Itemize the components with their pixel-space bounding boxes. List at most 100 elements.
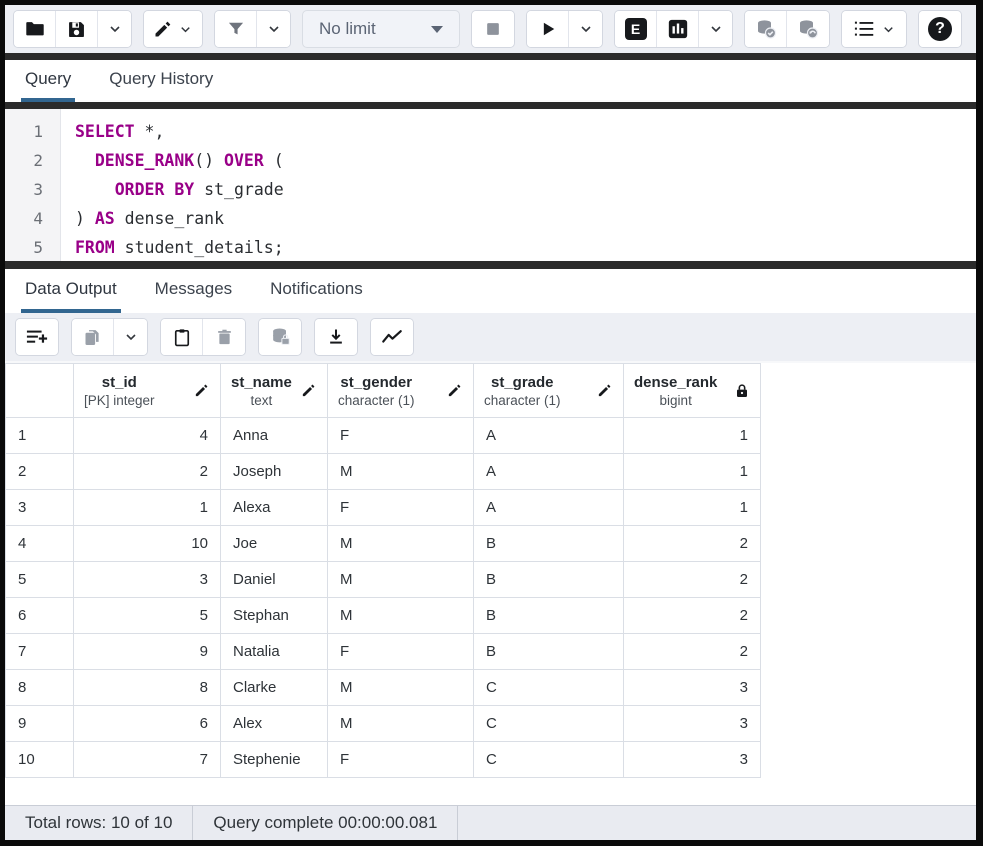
delete-row-button[interactable] xyxy=(203,319,245,355)
cell-dense_rank[interactable]: 1 xyxy=(624,418,761,454)
cell-dense_rank[interactable]: 3 xyxy=(624,742,761,778)
cell-st_grade[interactable]: B xyxy=(474,562,624,598)
cell-st_grade[interactable]: A xyxy=(474,454,624,490)
panel-splitter[interactable] xyxy=(5,102,976,109)
tab-notifications[interactable]: Notifications xyxy=(266,269,367,313)
cell-st_grade[interactable]: B xyxy=(474,598,624,634)
explain-analyze-button[interactable] xyxy=(657,11,699,47)
row-number-cell[interactable]: 7 xyxy=(6,634,74,670)
tab-query-history[interactable]: Query History xyxy=(105,60,217,102)
row-number-cell[interactable]: 2 xyxy=(6,454,74,490)
cell-st_gender[interactable]: F xyxy=(328,742,474,778)
cell-dense_rank[interactable]: 1 xyxy=(624,454,761,490)
cell-st_grade[interactable]: C xyxy=(474,742,624,778)
cell-st_id[interactable]: 9 xyxy=(74,634,221,670)
cell-st_name[interactable]: Stephenie xyxy=(221,742,328,778)
edit-dropdown-button[interactable] xyxy=(144,11,202,47)
row-number-cell[interactable]: 9 xyxy=(6,706,74,742)
explain-dropdown-button[interactable] xyxy=(699,11,732,47)
row-number-cell[interactable]: 8 xyxy=(6,670,74,706)
row-number-header[interactable] xyxy=(6,364,74,418)
tab-query[interactable]: Query xyxy=(21,60,75,102)
cell-st_id[interactable]: 10 xyxy=(74,526,221,562)
cell-st_name[interactable]: Alex xyxy=(221,706,328,742)
cell-st_gender[interactable]: M xyxy=(328,562,474,598)
column-header-st_gender[interactable]: st_gendercharacter (1) xyxy=(328,364,474,418)
download-results-button[interactable] xyxy=(315,319,357,355)
cell-st_name[interactable]: Joseph xyxy=(221,454,328,490)
sql-code-line[interactable]: FROM student_details; xyxy=(75,233,284,262)
help-button[interactable]: ? xyxy=(919,11,961,47)
execute-dropdown-button[interactable] xyxy=(569,11,602,47)
cell-st_name[interactable]: Daniel xyxy=(221,562,328,598)
cell-dense_rank[interactable]: 3 xyxy=(624,670,761,706)
cell-st_id[interactable]: 4 xyxy=(74,418,221,454)
cell-st_gender[interactable]: M xyxy=(328,706,474,742)
row-number-cell[interactable]: 10 xyxy=(6,742,74,778)
cell-st_name[interactable]: Alexa xyxy=(221,490,328,526)
row-number-cell[interactable]: 1 xyxy=(6,418,74,454)
edit-pencil-icon[interactable] xyxy=(300,382,317,399)
tab-messages[interactable]: Messages xyxy=(151,269,236,313)
cell-st_id[interactable]: 8 xyxy=(74,670,221,706)
paste-button[interactable] xyxy=(161,319,203,355)
filter-button[interactable] xyxy=(215,11,257,47)
column-header-dense_rank[interactable]: dense_rankbigint xyxy=(624,364,761,418)
sql-code-line[interactable]: DENSE_RANK() OVER ( xyxy=(75,146,284,175)
cell-st_gender[interactable]: F xyxy=(328,418,474,454)
panel-splitter[interactable] xyxy=(5,53,976,60)
cell-st_id[interactable]: 5 xyxy=(74,598,221,634)
cell-st_grade[interactable]: B xyxy=(474,526,624,562)
tab-data-output[interactable]: Data Output xyxy=(21,269,121,313)
cell-st_gender[interactable]: M xyxy=(328,454,474,490)
save-file-button[interactable] xyxy=(56,11,98,47)
cell-st_name[interactable]: Joe xyxy=(221,526,328,562)
sql-code-line[interactable]: ) AS dense_rank xyxy=(75,204,284,233)
row-number-cell[interactable]: 5 xyxy=(6,562,74,598)
row-number-cell[interactable]: 4 xyxy=(6,526,74,562)
rollback-button[interactable] xyxy=(787,11,829,47)
cell-dense_rank[interactable]: 2 xyxy=(624,598,761,634)
cell-st_gender[interactable]: M xyxy=(328,526,474,562)
cell-st_gender[interactable]: M xyxy=(328,598,474,634)
open-file-button[interactable] xyxy=(14,11,56,47)
cell-st_grade[interactable]: C xyxy=(474,670,624,706)
cell-st_id[interactable]: 2 xyxy=(74,454,221,490)
edit-pencil-icon[interactable] xyxy=(193,382,210,399)
cell-st_id[interactable]: 6 xyxy=(74,706,221,742)
cancel-query-button[interactable] xyxy=(472,11,514,47)
copy-dropdown-button[interactable] xyxy=(114,319,147,355)
cell-dense_rank[interactable]: 2 xyxy=(624,526,761,562)
edit-pencil-icon[interactable] xyxy=(446,382,463,399)
edit-pencil-icon[interactable] xyxy=(596,382,613,399)
save-data-changes-button[interactable] xyxy=(259,319,301,355)
commit-button[interactable] xyxy=(745,11,787,47)
column-header-st_grade[interactable]: st_gradecharacter (1) xyxy=(474,364,624,418)
add-row-button[interactable] xyxy=(16,319,58,355)
macros-button[interactable] xyxy=(842,11,906,47)
cell-st_id[interactable]: 1 xyxy=(74,490,221,526)
cell-st_id[interactable]: 3 xyxy=(74,562,221,598)
save-dropdown-button[interactable] xyxy=(98,11,131,47)
cell-dense_rank[interactable]: 1 xyxy=(624,490,761,526)
row-number-cell[interactable]: 6 xyxy=(6,598,74,634)
filter-dropdown-button[interactable] xyxy=(257,11,290,47)
cell-dense_rank[interactable]: 2 xyxy=(624,562,761,598)
execute-query-button[interactable] xyxy=(527,11,569,47)
explain-button[interactable]: E xyxy=(615,11,657,47)
cell-st_name[interactable]: Stephan xyxy=(221,598,328,634)
sql-code-line[interactable]: ORDER BY st_grade xyxy=(75,175,284,204)
column-header-st_id[interactable]: st_id[PK] integer xyxy=(74,364,221,418)
graph-visualiser-button[interactable] xyxy=(371,319,413,355)
cell-st_name[interactable]: Anna xyxy=(221,418,328,454)
cell-st_gender[interactable]: F xyxy=(328,634,474,670)
column-header-st_name[interactable]: st_nametext xyxy=(221,364,328,418)
sql-editor[interactable]: 12345 SELECT *, DENSE_RANK() OVER ( ORDE… xyxy=(5,109,976,261)
row-limit-select[interactable]: No limit xyxy=(302,10,460,48)
sql-code-area[interactable]: SELECT *, DENSE_RANK() OVER ( ORDER BY s… xyxy=(61,109,284,261)
cell-st_gender[interactable]: F xyxy=(328,490,474,526)
cell-st_id[interactable]: 7 xyxy=(74,742,221,778)
cell-st_grade[interactable]: A xyxy=(474,490,624,526)
cell-dense_rank[interactable]: 2 xyxy=(624,634,761,670)
row-number-cell[interactable]: 3 xyxy=(6,490,74,526)
